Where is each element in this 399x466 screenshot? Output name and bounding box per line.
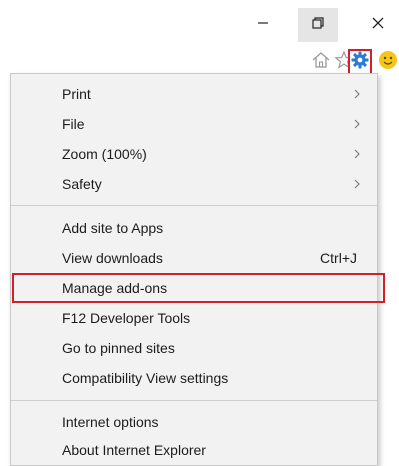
gear-icon	[351, 51, 369, 74]
menu-item-label: Internet options	[62, 414, 159, 430]
menu-item-label: About Internet Explorer	[62, 442, 206, 458]
menu-item-label: File	[62, 116, 85, 132]
menu-separator	[11, 400, 377, 401]
smiley-icon	[377, 49, 399, 76]
menu-item-shortcut: Ctrl+J	[320, 250, 357, 266]
close-button[interactable]	[357, 8, 399, 42]
menu-item-internet-options[interactable]: Internet options	[11, 407, 377, 437]
menu-item-go-to-pinned-sites[interactable]: Go to pinned sites	[11, 333, 377, 363]
menu-item-label: F12 Developer Tools	[62, 310, 191, 326]
restore-button[interactable]	[298, 8, 338, 42]
menu-item-label: Manage add-ons	[62, 280, 168, 296]
menu-item-label: Zoom (100%)	[62, 146, 147, 162]
menu-item-label: View downloads	[62, 250, 163, 266]
menu-separator	[11, 205, 377, 206]
chevron-right-icon	[345, 179, 369, 189]
tools-button[interactable]	[348, 49, 372, 75]
menu-item-manage-add-ons[interactable]: Manage add-ons	[11, 273, 377, 303]
menu-item-label: Add site to Apps	[62, 220, 164, 236]
home-button[interactable]	[309, 49, 333, 75]
menu-item-label: Go to pinned sites	[62, 340, 175, 356]
tools-menu: Print File Zoom (100%) Safety Add site t…	[10, 73, 385, 466]
menu-item-zoom[interactable]: Zoom (100%)	[11, 139, 377, 169]
menu-item-label: Compatibility View settings	[62, 370, 229, 386]
menu-item-label: Safety	[62, 176, 102, 192]
menu-item-f12-developer-tools[interactable]: F12 Developer Tools	[11, 303, 377, 333]
close-icon	[371, 16, 385, 35]
feedback-button[interactable]	[376, 49, 399, 75]
minimize-button[interactable]	[243, 8, 283, 42]
menu-item-view-downloads[interactable]: View downloads Ctrl+J	[11, 243, 377, 273]
menu-item-compatibility-view-settings[interactable]: Compatibility View settings	[11, 363, 377, 393]
menu-item-label: Print	[62, 86, 91, 102]
chevron-right-icon	[345, 149, 369, 159]
chevron-right-icon	[345, 119, 369, 129]
restore-icon	[311, 16, 325, 35]
menu-item-about-internet-explorer[interactable]: About Internet Explorer	[11, 435, 377, 465]
chevron-right-icon	[345, 89, 369, 99]
menu-item-add-site-to-apps[interactable]: Add site to Apps	[11, 213, 377, 243]
menu-item-print[interactable]: Print	[11, 79, 377, 109]
menu-item-file[interactable]: File	[11, 109, 377, 139]
home-icon	[311, 50, 331, 75]
minimize-icon	[257, 16, 269, 34]
menu-item-safety[interactable]: Safety	[11, 169, 377, 199]
